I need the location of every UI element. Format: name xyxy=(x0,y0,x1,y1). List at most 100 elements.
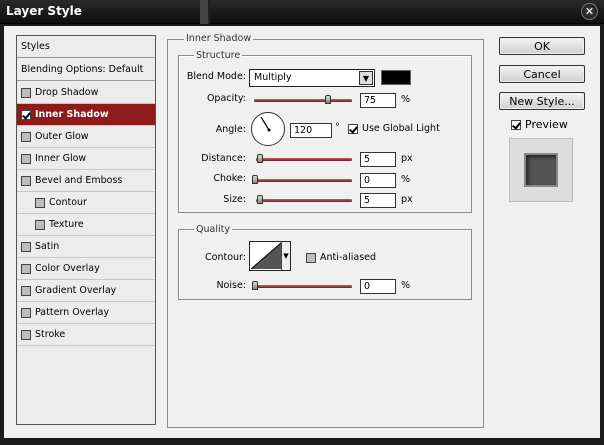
preview-label: Preview xyxy=(525,118,568,131)
use-global-light-label: Use Global Light xyxy=(362,123,440,134)
style-item-stroke[interactable]: Stroke xyxy=(17,324,155,346)
cancel-button-label: Cancel xyxy=(523,67,561,81)
opacity-label: Opacity: xyxy=(206,93,246,104)
checkbox-unchecked-icon[interactable] xyxy=(35,197,45,208)
style-preview xyxy=(509,138,573,202)
size-input[interactable]: 5 xyxy=(360,193,396,208)
size-label: Size: xyxy=(223,194,246,205)
noise-slider-thumb[interactable] xyxy=(252,281,258,290)
checkbox-unchecked-icon[interactable] xyxy=(35,219,45,230)
styles-header-label: Styles xyxy=(21,41,50,52)
close-button[interactable]: ✕ xyxy=(581,3,598,20)
distance-input[interactable]: 5 xyxy=(360,152,396,167)
distance-slider-thumb[interactable] xyxy=(257,154,263,163)
checkbox-unchecked-icon[interactable] xyxy=(21,329,31,340)
checkbox-unchecked-icon[interactable] xyxy=(21,285,31,296)
noise-slider[interactable] xyxy=(252,281,352,290)
checkbox-unchecked-icon[interactable] xyxy=(21,263,31,274)
style-item-label: Gradient Overlay xyxy=(35,285,117,296)
dialog-body: Styles Blending Options: Default Drop Sh… xyxy=(4,26,600,438)
style-item-label: Satin xyxy=(35,241,60,252)
blend-mode-select[interactable]: Multiply ▼ xyxy=(249,69,375,87)
style-item-outer-glow[interactable]: Outer Glow xyxy=(17,126,155,148)
angle-unit: ° xyxy=(335,122,340,133)
angle-input[interactable]: 120 xyxy=(290,123,332,138)
choke-unit: % xyxy=(401,174,411,185)
checkbox-checked-icon xyxy=(348,123,358,134)
contour-label: Contour: xyxy=(205,252,246,263)
style-item-label: Inner Glow xyxy=(35,153,87,164)
style-item-label: Drop Shadow xyxy=(35,87,99,98)
use-global-light-checkbox[interactable]: Use Global Light xyxy=(348,123,440,134)
checkbox-unchecked-icon[interactable] xyxy=(21,131,31,142)
style-item-label: Inner Shadow xyxy=(35,109,109,120)
style-item-color-overlay[interactable]: Color Overlay xyxy=(17,258,155,280)
noise-label: Noise: xyxy=(216,280,246,291)
anti-aliased-checkbox[interactable]: Anti-aliased xyxy=(306,252,376,263)
opacity-input[interactable]: 75 xyxy=(360,93,396,108)
noise-unit: % xyxy=(401,280,411,291)
preview-checkbox[interactable]: Preview xyxy=(511,118,568,131)
cancel-button[interactable]: Cancel xyxy=(499,65,585,83)
style-item-drop-shadow[interactable]: Drop Shadow xyxy=(17,82,155,104)
styles-header[interactable]: Styles xyxy=(17,36,155,58)
shadow-color-swatch[interactable] xyxy=(381,70,411,85)
style-item-contour[interactable]: Contour xyxy=(17,192,155,214)
style-item-pattern-overlay[interactable]: Pattern Overlay xyxy=(17,302,155,324)
choke-input[interactable]: 0 xyxy=(360,173,396,188)
checkbox-checked-icon[interactable] xyxy=(21,109,31,120)
choke-slider-thumb[interactable] xyxy=(252,175,258,184)
quality-legend: Quality xyxy=(194,224,232,235)
title-bar: Layer Style ✕ xyxy=(0,0,604,24)
opacity-slider[interactable] xyxy=(254,95,352,104)
panel-title: Inner Shadow xyxy=(184,33,254,44)
blend-mode-value: Multiply xyxy=(254,72,292,83)
style-item-label: Color Overlay xyxy=(35,263,100,274)
ok-button-label: OK xyxy=(534,39,550,53)
checkbox-unchecked-icon[interactable] xyxy=(21,175,31,186)
style-item-bevel-and-emboss[interactable]: Bevel and Emboss xyxy=(17,170,155,192)
style-item-gradient-overlay[interactable]: Gradient Overlay xyxy=(17,280,155,302)
checkbox-unchecked-icon xyxy=(306,252,316,263)
close-icon: ✕ xyxy=(584,5,595,18)
style-item-texture[interactable]: Texture xyxy=(17,214,155,236)
size-slider-thumb[interactable] xyxy=(257,195,263,204)
distance-slider[interactable] xyxy=(256,154,352,163)
style-item-label: Contour xyxy=(49,197,87,208)
choke-label: Choke: xyxy=(213,173,246,184)
blending-options-label: Blending Options: Default xyxy=(21,64,144,75)
style-item-satin[interactable]: Satin xyxy=(17,236,155,258)
chevron-down-icon: ▼ xyxy=(281,242,290,270)
checkbox-unchecked-icon[interactable] xyxy=(21,153,31,164)
contour-picker[interactable]: ▼ xyxy=(249,241,291,271)
title-bar-shade xyxy=(200,0,208,24)
blending-options[interactable]: Blending Options: Default xyxy=(17,59,155,81)
contour-curve-icon xyxy=(250,242,282,270)
style-item-inner-shadow[interactable]: Inner Shadow xyxy=(17,104,155,126)
opacity-slider-thumb[interactable] xyxy=(324,95,331,104)
blend-mode-label: Blend Mode: xyxy=(186,71,246,82)
new-style-button-label: New Style... xyxy=(509,94,575,108)
checkbox-unchecked-icon[interactable] xyxy=(21,307,31,318)
ok-button[interactable]: OK xyxy=(499,37,585,55)
style-item-label: Texture xyxy=(49,219,84,230)
angle-indicator-icon xyxy=(260,116,271,132)
size-unit: px xyxy=(401,194,413,205)
anti-aliased-label: Anti-aliased xyxy=(320,252,377,263)
new-style-button[interactable]: New Style... xyxy=(499,92,585,110)
distance-unit: px xyxy=(401,153,413,164)
structure-legend: Structure xyxy=(194,50,243,61)
style-item-label: Outer Glow xyxy=(35,131,89,142)
choke-slider[interactable] xyxy=(252,175,352,184)
style-item-label: Stroke xyxy=(35,329,66,340)
checkbox-unchecked-icon[interactable] xyxy=(21,241,31,252)
style-item-label: Pattern Overlay xyxy=(35,307,110,318)
checkbox-unchecked-icon[interactable] xyxy=(21,87,31,98)
noise-input[interactable]: 0 xyxy=(360,279,396,294)
opacity-unit: % xyxy=(401,94,411,105)
size-slider[interactable] xyxy=(256,195,352,204)
style-item-inner-glow[interactable]: Inner Glow xyxy=(17,148,155,170)
angle-dial[interactable] xyxy=(251,112,285,146)
title-bar-shade xyxy=(208,0,210,24)
styles-list: Styles Blending Options: Default Drop Sh… xyxy=(16,35,156,425)
